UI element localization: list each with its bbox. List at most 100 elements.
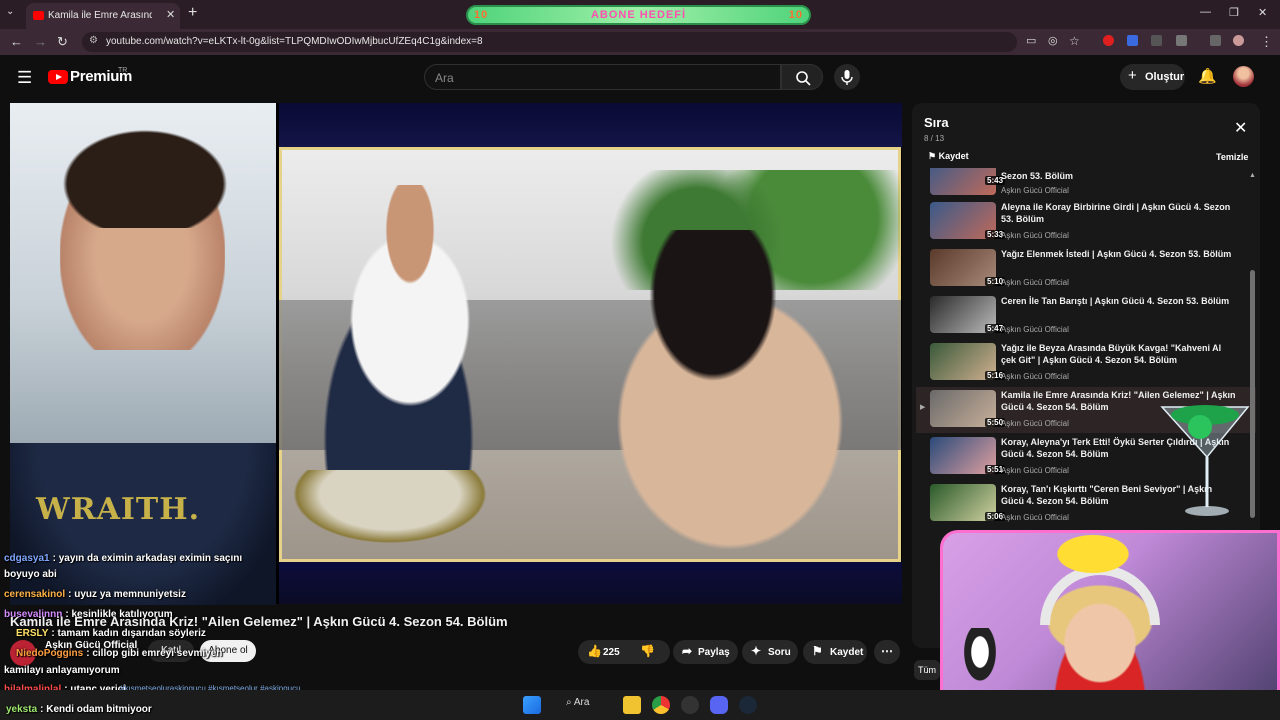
queue-item-channel: Aşkın Gücü Official [1001, 186, 1069, 195]
like-dislike-group: 👍 225 👎 [578, 640, 670, 664]
chat-text: : yayın da eximin arkadaşı eximin saçını [52, 553, 243, 564]
queue-item-title: Sezon 53. Bölüm [1001, 171, 1074, 181]
close-queue-icon[interactable]: ✕ [1234, 118, 1247, 138]
queue-item-channel: Aşkın Gücü Official [1001, 231, 1069, 240]
chrome-icon[interactable] [652, 696, 670, 714]
notifications-bell-icon[interactable]: 🔔 [1198, 67, 1217, 85]
chat-text: : tamam kadın dışarıdan söyleriz [51, 628, 206, 639]
queue-save-label: Kaydet [938, 151, 969, 161]
microphone-icon [841, 70, 853, 85]
overlay-logo-text: WRAITH. [36, 492, 201, 527]
queue-thumbnail: 5:10 [930, 249, 1006, 286]
filter-chip-all[interactable]: Tüm [914, 660, 940, 680]
queue-clear-button[interactable]: Temizle [1216, 152, 1248, 162]
queue-item[interactable]: 5:16 Yağız ile Beyza Arasında Büyük Kavg… [916, 340, 1256, 386]
taskbar-search[interactable]: ⌕ Ara [566, 697, 589, 708]
dislike-thumb-icon[interactable]: 👎 [640, 644, 655, 658]
chat-user: NiedoPoggins [16, 648, 84, 659]
create-label: Oluştur [1145, 71, 1185, 83]
man-figure [295, 185, 525, 485]
taskbar-search-label: Ara [573, 697, 590, 708]
tab-title: Kamila ile Emre Arasında Kriz! [48, 10, 152, 21]
close-window-icon[interactable]: ✕ [1258, 6, 1267, 19]
start-windows-icon[interactable] [523, 696, 541, 714]
search-icon: ⌕ [566, 697, 574, 708]
queue-item-title: Yağız ile Beyza Arasında Büyük Kavga! "K… [1001, 343, 1222, 365]
ask-button[interactable]: ✦ Soru [742, 640, 798, 664]
like-thumb-icon[interactable]: 👍 [587, 644, 602, 658]
file-explorer-icon[interactable] [623, 696, 641, 714]
search-input[interactable]: Ara [424, 64, 781, 90]
ask-label: Soru [768, 647, 791, 658]
discord-icon[interactable] [710, 696, 728, 714]
bookmark-icon: ⚑ [928, 151, 939, 161]
reading-list-icon[interactable] [1210, 35, 1221, 46]
new-tab-button[interactable]: + [188, 4, 197, 22]
bookmark-star-icon[interactable]: ☆ [1069, 34, 1080, 48]
chat-user: cerensakinol [4, 589, 66, 600]
queue-item[interactable]: 5:33 Aleyna ile Koray Birbirine Girdi | … [916, 199, 1256, 245]
save-label: Kaydet [830, 647, 864, 658]
queue-item-title: Aleyna ile Koray Birbirine Girdi | Aşkın… [1001, 202, 1231, 224]
martini-glass-icon [1160, 405, 1250, 516]
queue-item[interactable]: 5:43 Sezon 53. Bölüm Aşkın Gücü Official [916, 168, 1256, 198]
kuromi-plush [960, 628, 1000, 688]
profile-icon[interactable] [1233, 35, 1244, 46]
obs-icon[interactable] [681, 696, 699, 714]
queue-scrollbar[interactable] [1250, 270, 1255, 518]
queue-item[interactable]: 5:10 Yağız Elenmek İstedi | Aşkın Gücü 4… [916, 246, 1256, 292]
chat-user: ERSLY [16, 628, 49, 639]
reload-icon[interactable]: ↻ [57, 34, 68, 50]
eye-off-icon[interactable]: ◎ [1048, 34, 1058, 47]
chat-message: boyuyo abi [4, 569, 57, 580]
goal-right-number: 10 [788, 9, 803, 21]
plus-icon: + [1128, 67, 1137, 84]
bookmark-icon: ⚑ [812, 644, 823, 658]
woman-figure [560, 230, 900, 550]
more-actions-button[interactable]: ⋯ [874, 640, 900, 664]
url-text: youtube.com/watch?v=eLKTx-lt-0g&list=TLP… [106, 36, 483, 47]
queue-thumbnail: 5:06 [930, 484, 1006, 521]
queue-item-channel: Aşkın Gücü Official [1001, 325, 1069, 334]
extensions-puzzle-icon[interactable] [1176, 35, 1187, 46]
cast-icon[interactable]: ▭ [1026, 34, 1036, 47]
queue-thumbnail: 5:33 [930, 202, 1006, 239]
video-title: Kamila ile Emre Arasında Kriz! "Ailen Ge… [10, 614, 508, 629]
tab-close-icon[interactable]: ✕ [166, 8, 175, 21]
extension-red-icon[interactable] [1103, 35, 1114, 46]
youtube-favicon-icon [33, 11, 44, 20]
create-button[interactable]: + Oluştur [1120, 64, 1185, 90]
queue-item-title: Yağız Elenmek İstedi | Aşkın Gücü 4. Sez… [1001, 249, 1232, 259]
logo-region: TR [118, 67, 128, 74]
search-placeholder: Ara [435, 71, 454, 85]
browser-tab[interactable]: Kamila ile Emre Arasında Kriz! ✕ [26, 3, 180, 29]
user-avatar[interactable] [1233, 66, 1254, 87]
steam-icon[interactable] [739, 696, 757, 714]
minimize-icon[interactable]: — [1200, 6, 1211, 18]
save-button[interactable]: ⚑ Kaydet [803, 640, 867, 664]
maximize-icon[interactable]: ❐ [1229, 6, 1239, 19]
search-button[interactable] [781, 64, 823, 90]
like-count[interactable]: 225 [603, 647, 620, 658]
search-icon [796, 71, 811, 86]
tab-list-chevron-icon[interactable]: ⌄ [6, 6, 14, 17]
queue-item[interactable]: 5:47 Ceren İle Tan Barıştı | Aşkın Gücü … [916, 293, 1256, 339]
youtube-logo-icon[interactable] [48, 70, 68, 84]
queue-thumbnail: 5:51 [930, 437, 1006, 474]
queue-item-title: Ceren İle Tan Barıştı | Aşkın Gücü 4. Se… [1001, 296, 1230, 306]
forward-icon[interactable]: → [34, 34, 47, 49]
browser-menu-icon[interactable]: ⋮ [1260, 34, 1273, 50]
site-info-icon[interactable]: ⚙ [89, 35, 98, 46]
back-icon[interactable]: ← [10, 34, 23, 49]
menu-icon[interactable]: ☰ [17, 68, 32, 88]
voice-search-button[interactable] [834, 64, 860, 90]
extension-gray-icon[interactable] [1151, 35, 1162, 46]
extension-blue-icon[interactable] [1127, 35, 1138, 46]
share-button[interactable]: ➦ Paylaş [673, 640, 738, 664]
scroll-up-icon[interactable]: ▲ [1249, 172, 1256, 179]
pikachu-hat [1048, 530, 1138, 578]
queue-item-channel: Aşkın Gücü Official [1001, 513, 1069, 522]
queue-count: 8 / 13 [924, 134, 945, 143]
queue-save-button[interactable]: ⚑ Kaydet [928, 151, 969, 162]
url-field[interactable]: ⚙ youtube.com/watch?v=eLKTx-lt-0g&list=T… [82, 32, 1017, 52]
